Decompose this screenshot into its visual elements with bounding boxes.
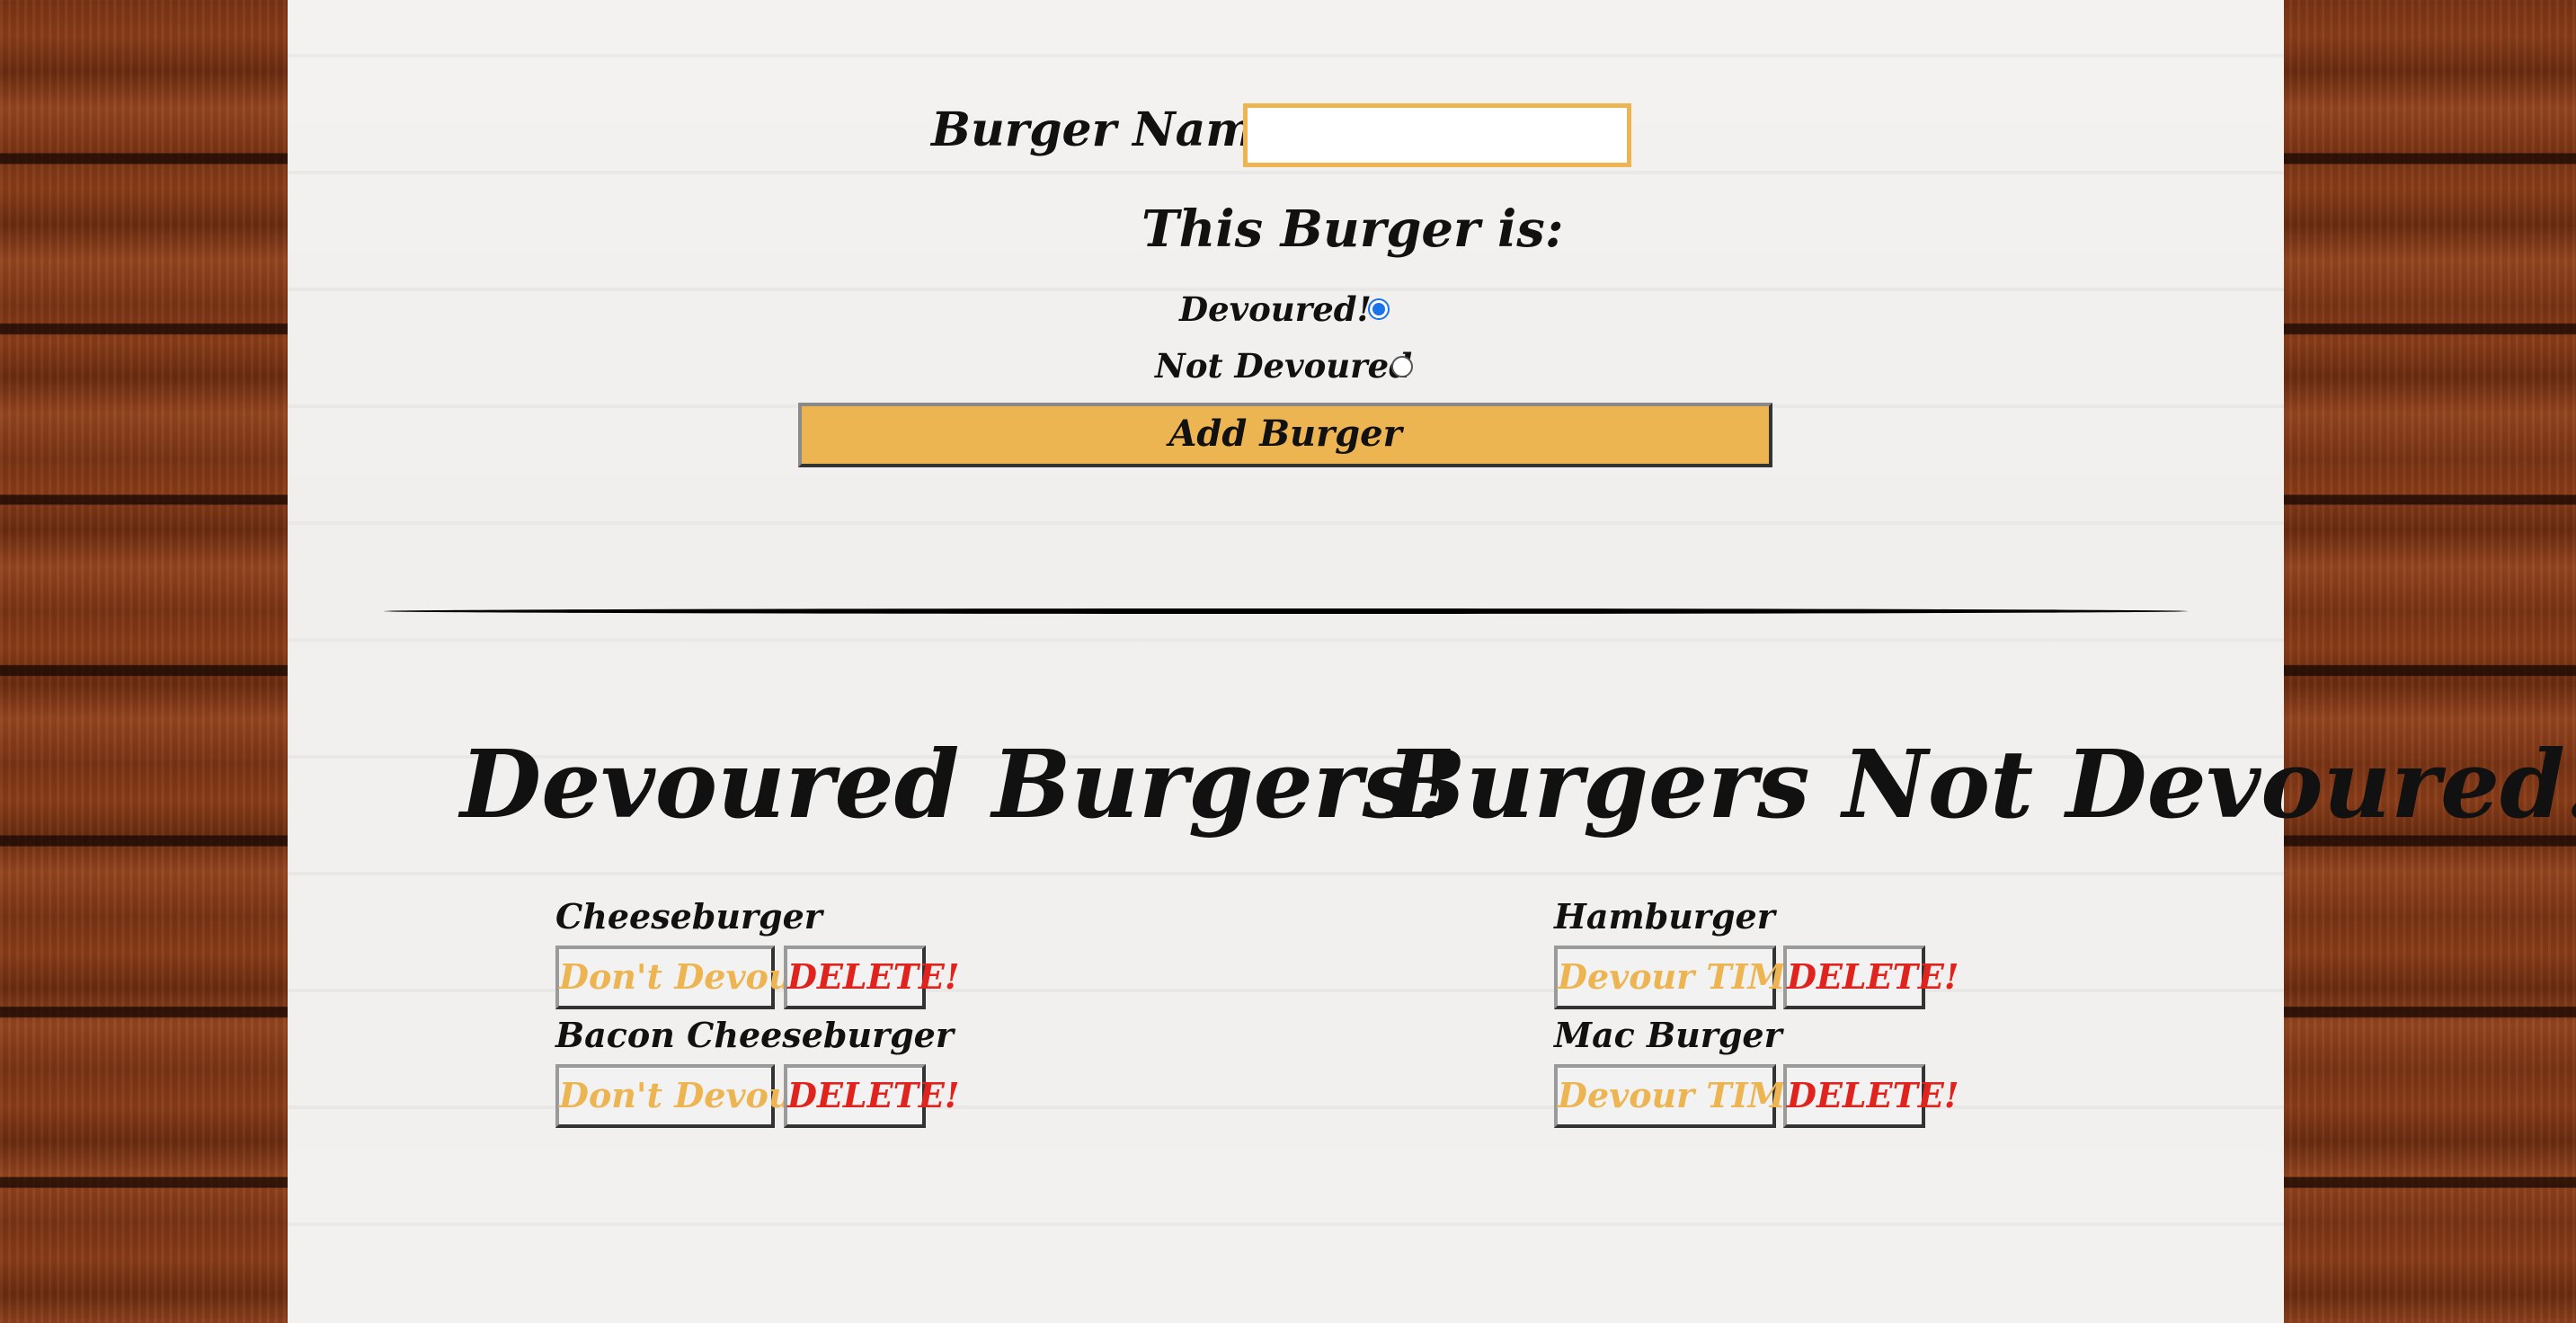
devoured-option-label: Devoured!	[1179, 289, 1372, 329]
not-devoured-item-name: Hamburger	[1554, 896, 1775, 937]
burgers-not-devoured-title: Burgers Not Devoured!	[1387, 729, 2576, 839]
devoured-burgers-title: Devoured Burgers!	[460, 729, 1456, 839]
devour-time-button[interactable]: Devour TIME!	[1554, 1064, 1826, 1128]
not-devoured-item-name: Mac Burger	[1554, 1015, 1782, 1055]
dont-devour-button[interactable]: Don't Devour!	[555, 1064, 826, 1128]
devoured-radio[interactable]	[1368, 298, 1390, 320]
dont-devour-button[interactable]: Don't Devour!	[555, 946, 826, 1009]
delete-button[interactable]: DELETE!	[784, 1064, 960, 1128]
delete-button[interactable]: DELETE!	[784, 946, 960, 1009]
section-divider	[384, 608, 2188, 614]
status-heading: This Burger is:	[1141, 200, 1564, 259]
burger-name-input[interactable]	[1243, 103, 1631, 167]
add-burger-button[interactable]: Add Burger	[798, 403, 1772, 467]
not-devoured-option-label: Not Devoured	[1155, 346, 1413, 386]
devoured-item-name: Bacon Cheeseburger	[555, 1015, 954, 1055]
devoured-item-name: Cheeseburger	[555, 896, 822, 937]
delete-button[interactable]: DELETE!	[1783, 1064, 1959, 1128]
not-devoured-radio[interactable]	[1391, 356, 1413, 377]
devour-time-button[interactable]: Devour TIME!	[1554, 946, 1826, 1009]
delete-button[interactable]: DELETE!	[1783, 946, 1959, 1009]
